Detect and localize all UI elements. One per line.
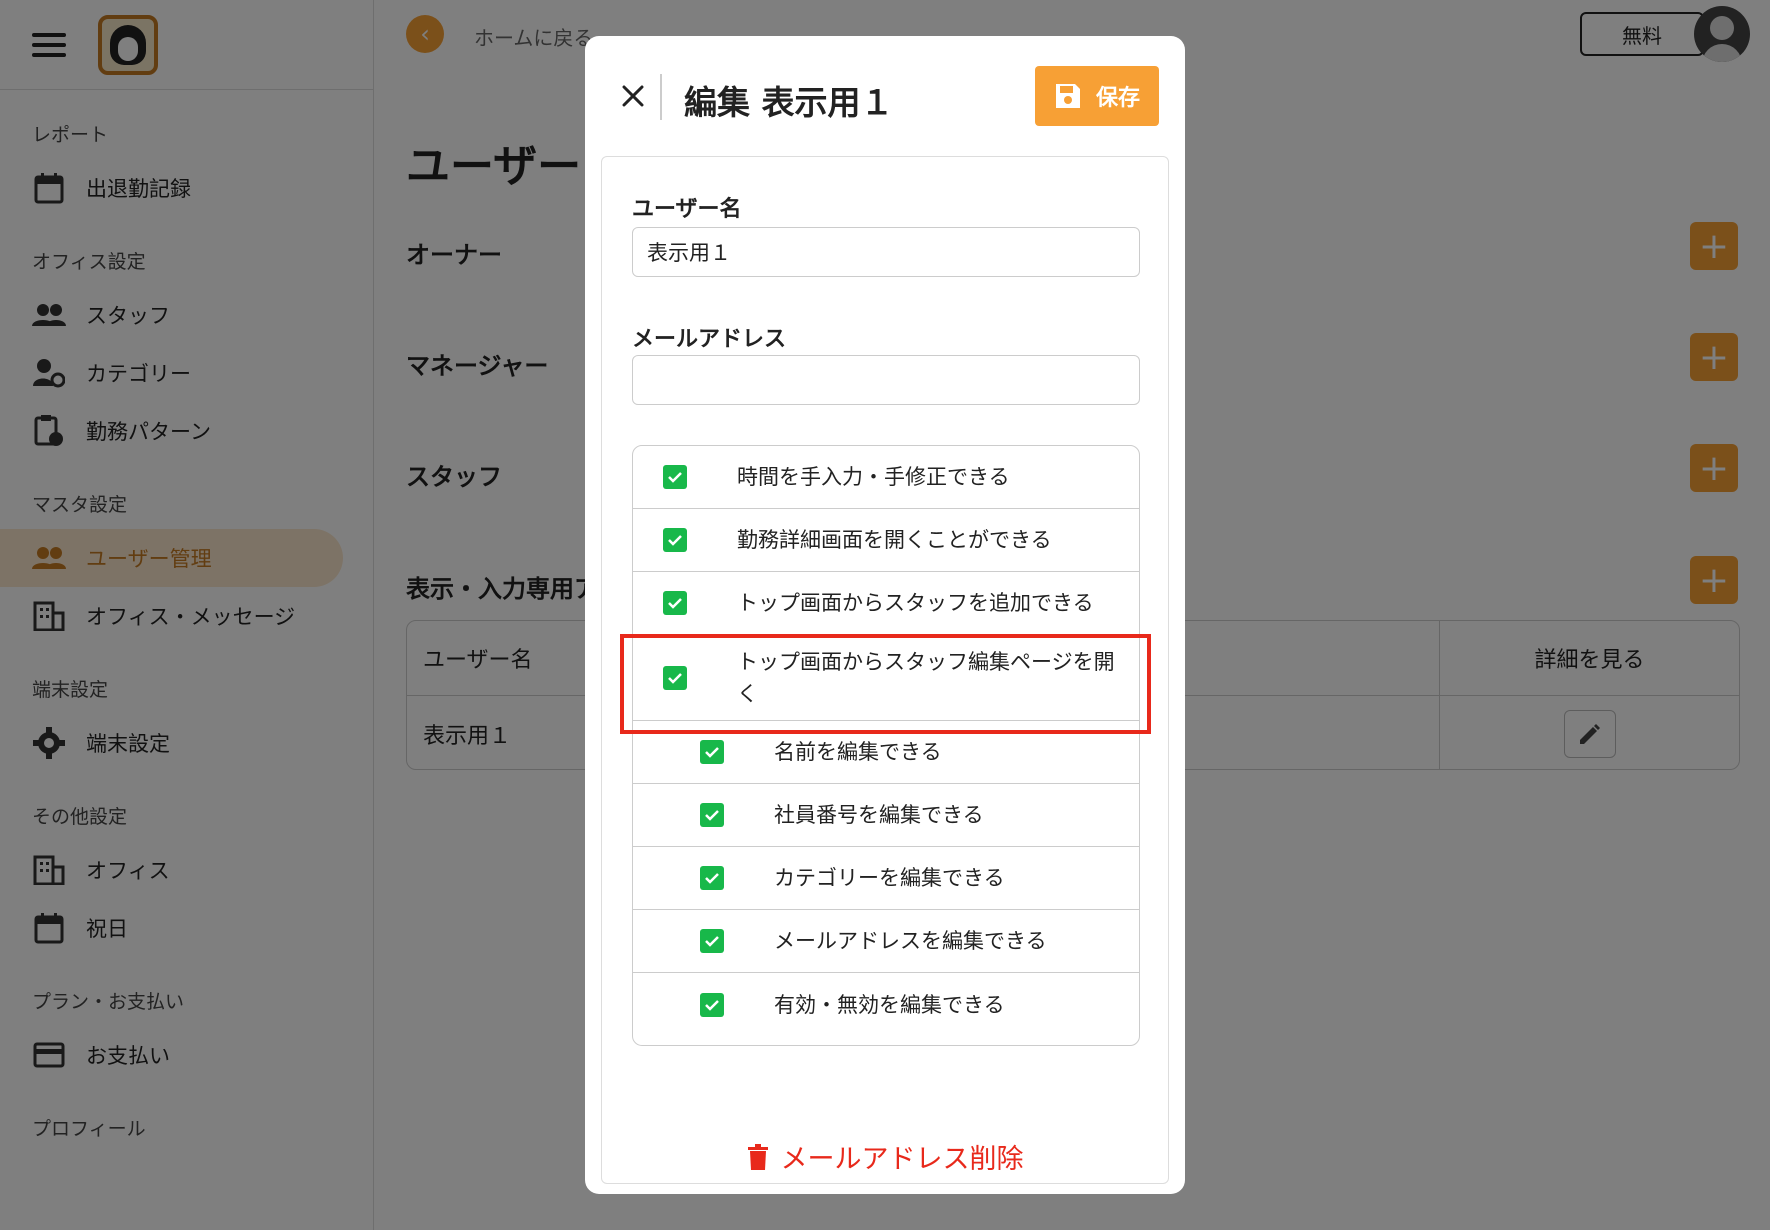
- save-label: 保存: [1095, 86, 1140, 111]
- permission-item[interactable]: メールアドレスを編集できる: [633, 910, 1139, 973]
- permission-label: カテゴリーを編集できる: [774, 866, 1005, 890]
- checkbox-checked-icon[interactable]: [700, 866, 724, 890]
- checkbox-checked-icon[interactable]: [700, 740, 724, 764]
- delete-email-button[interactable]: メールアドレス削除: [602, 1137, 1168, 1176]
- trash-icon: [747, 1143, 768, 1170]
- permission-item[interactable]: 時間を手入力・手修正できる: [633, 446, 1139, 509]
- permission-label: 時間を手入力・手修正できる: [737, 465, 1010, 489]
- annotation-highlight-box: [620, 634, 1151, 734]
- permission-list: 時間を手入力・手修正できる 勤務詳細画面を開くことができる トップ画面からスタッ…: [632, 445, 1140, 1046]
- username-label: ユーザー名: [632, 197, 742, 222]
- delete-email-label: メールアドレス削除: [780, 1144, 1024, 1175]
- permission-label: 有効・無効を編集できる: [774, 992, 1005, 1017]
- permission-label: 勤務詳細画面を開くことができる: [737, 528, 1052, 552]
- checkbox-checked-icon[interactable]: [663, 465, 687, 489]
- header-divider: [660, 74, 662, 120]
- permission-label: 名前を編集できる: [774, 740, 942, 764]
- close-icon: [622, 85, 644, 107]
- checkbox-checked-icon[interactable]: [700, 929, 724, 953]
- close-button[interactable]: [613, 76, 653, 116]
- username-field[interactable]: 表示用１: [632, 227, 1140, 277]
- checkbox-checked-icon[interactable]: [700, 992, 724, 1017]
- permission-item[interactable]: 勤務詳細画面を開くことができる: [633, 509, 1139, 572]
- permission-label: トップ画面からスタッフを追加できる: [737, 591, 1094, 615]
- permission-label: メールアドレスを編集できる: [774, 929, 1047, 953]
- email-field[interactable]: [632, 355, 1140, 405]
- save-icon: [1055, 84, 1080, 108]
- permission-label: 社員番号を編集できる: [774, 803, 984, 827]
- dialog-title: 編集 表示用１: [684, 83, 894, 122]
- permission-item[interactable]: カテゴリーを編集できる: [633, 847, 1139, 910]
- checkbox-checked-icon[interactable]: [663, 591, 687, 615]
- save-button[interactable]: 保存: [1035, 66, 1159, 126]
- email-label: メールアドレス: [632, 327, 787, 352]
- permission-item[interactable]: トップ画面からスタッフを追加できる: [633, 572, 1139, 635]
- checkbox-checked-icon[interactable]: [663, 528, 687, 552]
- checkbox-checked-icon[interactable]: [700, 803, 724, 827]
- permission-item[interactable]: 社員番号を編集できる: [633, 784, 1139, 847]
- edit-user-dialog: 編集 表示用１ 保存 ユーザー名 表示用１ メールアドレス 時間を手入力・手修正…: [585, 36, 1185, 1194]
- permission-item[interactable]: 有効・無効を編集できる: [633, 973, 1139, 1036]
